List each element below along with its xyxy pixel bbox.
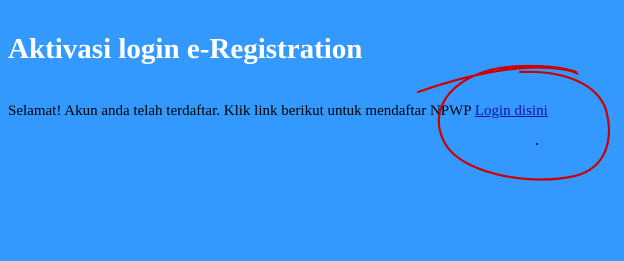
stray-dot xyxy=(536,143,538,145)
activation-message-text: Selamat! Akun anda telah terdaftar. Klik… xyxy=(8,103,472,119)
activation-message: Selamat! Akun anda telah terdaftar. Klik… xyxy=(8,101,548,121)
login-link[interactable]: Login disini xyxy=(475,103,548,119)
page-title: Aktivasi login e-Registration xyxy=(8,33,363,65)
